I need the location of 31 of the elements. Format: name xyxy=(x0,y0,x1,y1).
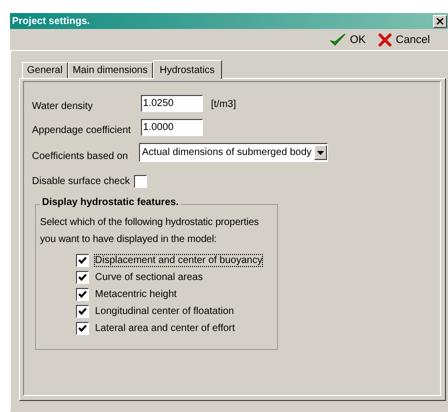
field-label: Coefficients based on xyxy=(32,151,129,162)
checkbox-label: Metacentric height xyxy=(94,288,178,301)
cross-icon xyxy=(378,32,392,46)
ok-button[interactable]: OK xyxy=(330,32,366,46)
checkmark-icon xyxy=(330,32,346,46)
unit-label: [t/m3] xyxy=(211,99,236,110)
close-button[interactable]: × xyxy=(433,14,447,28)
checkbox[interactable] xyxy=(134,174,147,188)
group-title: Display hydrostatic features. xyxy=(40,197,181,208)
field-label: Water density xyxy=(32,101,94,112)
checkbox-label: Curve of sectional areas xyxy=(94,271,204,284)
tab[interactable]: General xyxy=(22,62,68,78)
tab[interactable]: Main dimensions xyxy=(68,62,153,78)
checkbox-label: Displacement and center of buoyancy xyxy=(94,254,264,267)
checkbox[interactable] xyxy=(76,305,89,318)
field-label: Appendage coefficient xyxy=(32,125,132,136)
checkbox[interactable] xyxy=(76,288,89,301)
description-text: Select which of the following hydrostatic properties you want to have displayed in the model: xyxy=(40,216,260,247)
input-field[interactable]: 1.0250 xyxy=(141,95,203,112)
checkbox-label: Longitudinal center of floatation xyxy=(94,305,235,318)
tab[interactable]: Hydrostatics xyxy=(152,60,222,79)
window-title: Project settings. xyxy=(12,16,90,26)
input-field[interactable]: 1.0000 xyxy=(141,119,203,136)
checkbox[interactable] xyxy=(76,322,89,335)
checkbox-label: Lateral area and center of effort xyxy=(94,322,236,335)
dropdown[interactable]: Actual dimensions of submerged body xyxy=(139,143,328,162)
checkbox[interactable] xyxy=(76,254,89,267)
dropdown-arrow-icon xyxy=(317,150,324,154)
cancel-button[interactable]: Cancel xyxy=(378,32,430,46)
checkbox-label: Disable surface check xyxy=(32,176,130,186)
checkbox[interactable] xyxy=(76,271,89,284)
